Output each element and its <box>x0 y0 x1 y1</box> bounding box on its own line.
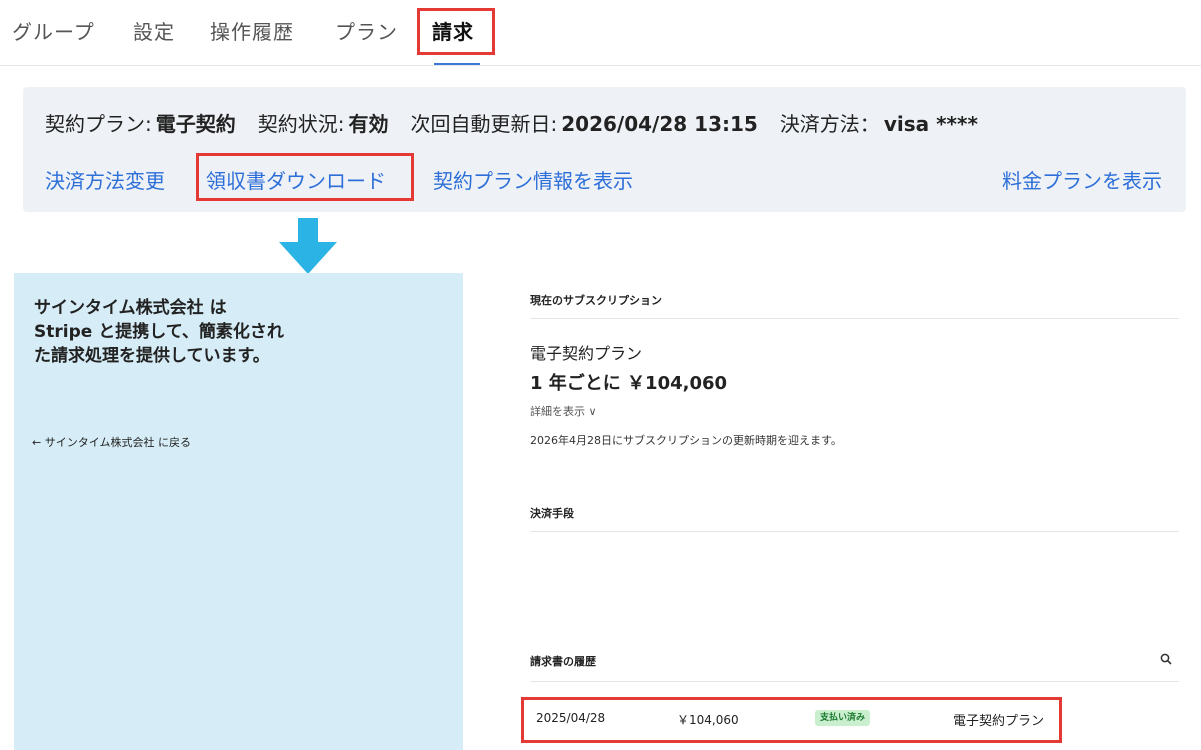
show-pricing-link[interactable]: 料金プランを表示 <box>1002 165 1162 194</box>
status-label: 契約状況: <box>257 112 345 136</box>
renewal-note: 2026年4月28日にサブスクリプションの更新時期を迎えます。 <box>530 434 842 447</box>
subscription-price: 1 年ごとに ￥104,060 <box>530 373 728 394</box>
subscription-plan-name: 電子契約プラン <box>530 344 643 363</box>
top-tabs: グループ 設定 操作履歴 プラン 請求 <box>0 0 1201 66</box>
payment-value: visa **** <box>883 112 978 136</box>
active-tab-indicator <box>434 63 480 65</box>
show-details-link[interactable]: 詳細を表示 ∨ <box>530 403 597 419</box>
tab-settings[interactable]: 設定 <box>133 16 175 45</box>
payment-method-section-title: 決済手段 <box>530 507 574 520</box>
invoice-history-section-title: 請求書の履歴 <box>530 655 596 668</box>
change-payment-link[interactable]: 決済方法変更 <box>45 165 165 194</box>
show-plan-info-link[interactable]: 契約プラン情報を表示 <box>433 165 633 194</box>
plan-value: 電子契約 <box>155 112 236 136</box>
portal-left-pane: サインタイム株式会社 は Stripe と提携して、簡素化された請求処理を提供し… <box>14 273 463 750</box>
portal-merchant-message: サインタイム株式会社 は Stripe と提携して、簡素化された請求処理を提供し… <box>34 298 284 366</box>
invoice-amount: ￥104,060 <box>677 713 739 727</box>
renewal-label: 次回自動更新日: <box>410 112 558 136</box>
divider <box>530 318 1179 319</box>
tab-plan[interactable]: プラン <box>335 16 398 45</box>
invoice-date: 2025/04/28 <box>536 711 606 725</box>
subscription-section-title: 現在のサブスクリプション <box>530 294 662 307</box>
payment-label: 決済方法： <box>779 112 880 136</box>
divider <box>530 681 1179 682</box>
contract-info-row: 契約プラン: 電子契約 契約状況: 有効 次回自動更新日: 2026/04/28 13:1… <box>45 108 978 137</box>
plan-label: 契約プラン: <box>45 112 152 136</box>
down-arrow-icon <box>279 218 337 274</box>
highlight-box-billing-tab <box>417 8 495 55</box>
highlight-box-receipt-link <box>196 153 414 201</box>
divider <box>530 531 1179 532</box>
renewal-value: 2026/04/28 13:15 <box>561 112 758 136</box>
status-value: 有効 <box>348 112 389 136</box>
paid-status-badge: 支払い済み <box>815 710 871 726</box>
search-icon[interactable] <box>1160 653 1172 665</box>
invoice-plan: 電子契約プラン <box>953 714 1045 729</box>
tab-group[interactable]: グループ <box>12 16 95 45</box>
tab-operation-history[interactable]: 操作履歴 <box>210 16 294 45</box>
back-to-merchant-link[interactable]: ← サインタイム株式会社 に戻る <box>32 434 191 450</box>
